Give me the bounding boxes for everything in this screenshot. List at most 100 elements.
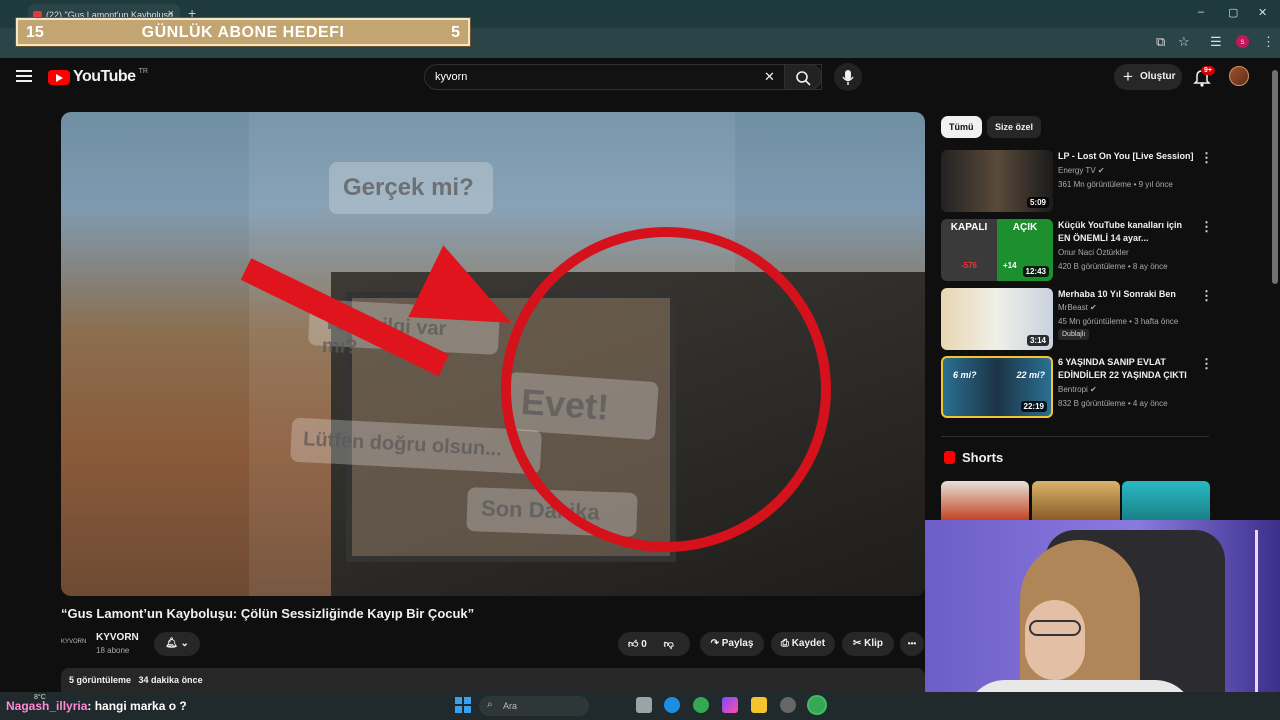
- webcam-overlay: [925, 520, 1280, 720]
- chat-username: Nagash_illyria: [6, 699, 88, 713]
- page-scrollbar[interactable]: [1272, 70, 1278, 284]
- more-actions-button[interactable]: •••: [900, 632, 924, 656]
- like-button[interactable]: 👍︎ 0: [628, 639, 647, 650]
- verified-icon: ✔: [1097, 166, 1105, 175]
- goal-target: 5: [451, 24, 460, 41]
- video-overlay-text: Gerçek mi?: [329, 162, 493, 214]
- rec-title[interactable]: Merhaba 10 Yıl Sonraki Ben: [1058, 288, 1196, 301]
- duration-badge: 12:43: [1022, 266, 1049, 277]
- settings-gear-icon[interactable]: [780, 697, 796, 713]
- thumbs-down-icon: 👎︎: [663, 639, 674, 650]
- verified-icon: ✔: [1090, 385, 1097, 394]
- duration-badge: 3:14: [1026, 335, 1049, 346]
- dubbed-badge: Dublajlı: [1058, 329, 1090, 340]
- rec-meta: 420 B görüntüleme • 8 ay önce: [1058, 262, 1168, 271]
- share-button[interactable]: ↷ Paylaş: [700, 632, 764, 656]
- subscription-bell-button[interactable]: 🔔︎ ⌄: [154, 632, 200, 656]
- scissors-icon: ✂: [852, 638, 862, 649]
- like-dislike-group: 👍︎ 0 👎︎: [618, 632, 690, 656]
- subscriber-count: 18 abone: [96, 646, 130, 655]
- dislike-button[interactable]: 👎︎: [664, 639, 674, 650]
- rec-thumbnail[interactable]: 6 mi? 22 mi? 22:19: [941, 356, 1053, 418]
- search-button[interactable]: [784, 64, 822, 90]
- edge-icon[interactable]: [664, 697, 680, 713]
- windows-start-icon[interactable]: [455, 697, 471, 713]
- rec-title[interactable]: Küçük YouTube kanalları için EN ÖNEMLİ 1…: [1058, 219, 1196, 245]
- minimize-button[interactable]: –: [1198, 6, 1204, 18]
- microphone-icon: [842, 70, 854, 85]
- chrome-active-icon[interactable]: [809, 697, 825, 713]
- glasses-shape: [1029, 620, 1081, 636]
- rec-meta: 45 Mn görüntüleme • 3 hafta önce: [1058, 317, 1179, 326]
- rec-meta: 832 B görüntüleme • 4 ay önce: [1058, 399, 1168, 408]
- task-view-icon[interactable]: [636, 697, 652, 713]
- search-icon: [796, 71, 811, 86]
- thumbs-up-icon: 👍︎: [628, 639, 639, 650]
- youtube-favicon-icon: [33, 11, 42, 18]
- rec-thumbnail[interactable]: 5:09: [941, 150, 1053, 212]
- create-button[interactable]: + Oluştur: [1114, 64, 1182, 90]
- save-button[interactable]: ⎙ Kaydet: [771, 632, 835, 656]
- stream-chat-message: Nagash_illyria: hangi marka o ?: [6, 699, 187, 713]
- upload-time: 34 dakika önce: [138, 675, 203, 685]
- rec-thumbnail[interactable]: KAPALI -576 AÇIK +14 12:43: [941, 219, 1053, 281]
- chrome-icon[interactable]: [693, 697, 709, 713]
- rec-menu-icon[interactable]: ⋮: [1200, 150, 1213, 166]
- install-icon[interactable]: ⧉: [1156, 34, 1165, 50]
- duration-badge: 5:09: [1026, 197, 1049, 208]
- rec-title[interactable]: LP - Lost On You [Live Session]: [1058, 150, 1196, 163]
- bookmark-star-icon[interactable]: ☆: [1178, 34, 1190, 50]
- rec-menu-icon[interactable]: ⋮: [1200, 356, 1213, 372]
- rec-channel[interactable]: MrBeast ✔: [1058, 303, 1097, 312]
- video-player[interactable]: Gerçek mi? Yeni bilgi var mı? Evet! Lütf…: [61, 112, 925, 596]
- red-highlight-circle: [501, 227, 831, 552]
- reading-list-icon[interactable]: ☰: [1210, 34, 1222, 50]
- channel-name[interactable]: KYVORN: [96, 632, 139, 643]
- hamburger-menu-icon[interactable]: [16, 70, 32, 82]
- rec-channel[interactable]: Onur Naci Öztürkler: [1058, 248, 1129, 257]
- youtube-logo[interactable]: YouTube TR: [48, 68, 148, 86]
- rec-title[interactable]: 6 YAŞINDA SANIP EVLAT EDİNDİLER 22 YAŞIN…: [1058, 356, 1196, 382]
- short-thumbnail[interactable]: [941, 481, 1029, 521]
- short-thumbnail[interactable]: [1122, 481, 1210, 521]
- verified-icon: ✔: [1090, 303, 1097, 312]
- search-icon: ⌕: [487, 699, 493, 710]
- copilot-icon[interactable]: [722, 697, 738, 713]
- taskbar-search[interactable]: ⌕ Ara: [479, 696, 589, 716]
- voice-search-button[interactable]: [834, 63, 862, 91]
- bookmark-icon: ⎙: [780, 638, 789, 649]
- share-icon: ↷: [710, 638, 719, 649]
- search-input[interactable]: kyvorn: [424, 64, 822, 90]
- chevron-down-icon: ⌄: [180, 638, 189, 649]
- chip-all[interactable]: Tümü: [941, 116, 982, 138]
- youtube-play-icon: [48, 69, 70, 85]
- profile-icon[interactable]: s: [1236, 35, 1249, 48]
- rec-channel[interactable]: Bentropi ✔: [1058, 385, 1097, 394]
- account-avatar[interactable]: [1229, 66, 1249, 86]
- goal-title: GÜNLÜK ABONE HEDEFI: [141, 24, 345, 41]
- browser-menu-icon[interactable]: ⋮: [1262, 34, 1275, 50]
- short-thumbnail[interactable]: [1032, 481, 1120, 521]
- video-title: “Gus Lamont’un Kayboluşu: Çölün Sessizli…: [61, 606, 475, 621]
- rec-menu-icon[interactable]: ⋮: [1200, 219, 1213, 235]
- bell-icon: 🔔︎: [165, 638, 178, 649]
- rec-meta: 361 Mn görüntüleme • 9 yıl önce: [1058, 180, 1173, 189]
- file-explorer-icon[interactable]: [751, 697, 767, 713]
- shorts-section-title: Shorts: [962, 450, 1004, 465]
- duration-badge: 22:19: [1020, 401, 1047, 412]
- chat-text: : hangi marka o ?: [87, 699, 187, 713]
- shorts-icon: [944, 451, 955, 464]
- notification-count-badge: 9+: [1201, 66, 1215, 75]
- clip-button[interactable]: ✂ Klip: [842, 632, 894, 656]
- chip-for-you[interactable]: Size özel: [987, 116, 1042, 138]
- close-window-button[interactable]: ✕: [1258, 6, 1267, 19]
- clear-search-icon[interactable]: ✕: [764, 69, 775, 85]
- rec-thumbnail[interactable]: 3:14: [941, 288, 1053, 350]
- rec-menu-icon[interactable]: ⋮: [1200, 288, 1213, 304]
- description-box[interactable]: 5 görüntüleme 34 dakika önce: [61, 668, 925, 692]
- rec-channel[interactable]: Energy TV ✔: [1058, 166, 1105, 175]
- divider: [941, 436, 1209, 437]
- maximize-button[interactable]: ▢: [1228, 6, 1238, 19]
- view-count: 5 görüntüleme: [69, 675, 132, 685]
- channel-logo[interactable]: KYVORN: [61, 632, 89, 654]
